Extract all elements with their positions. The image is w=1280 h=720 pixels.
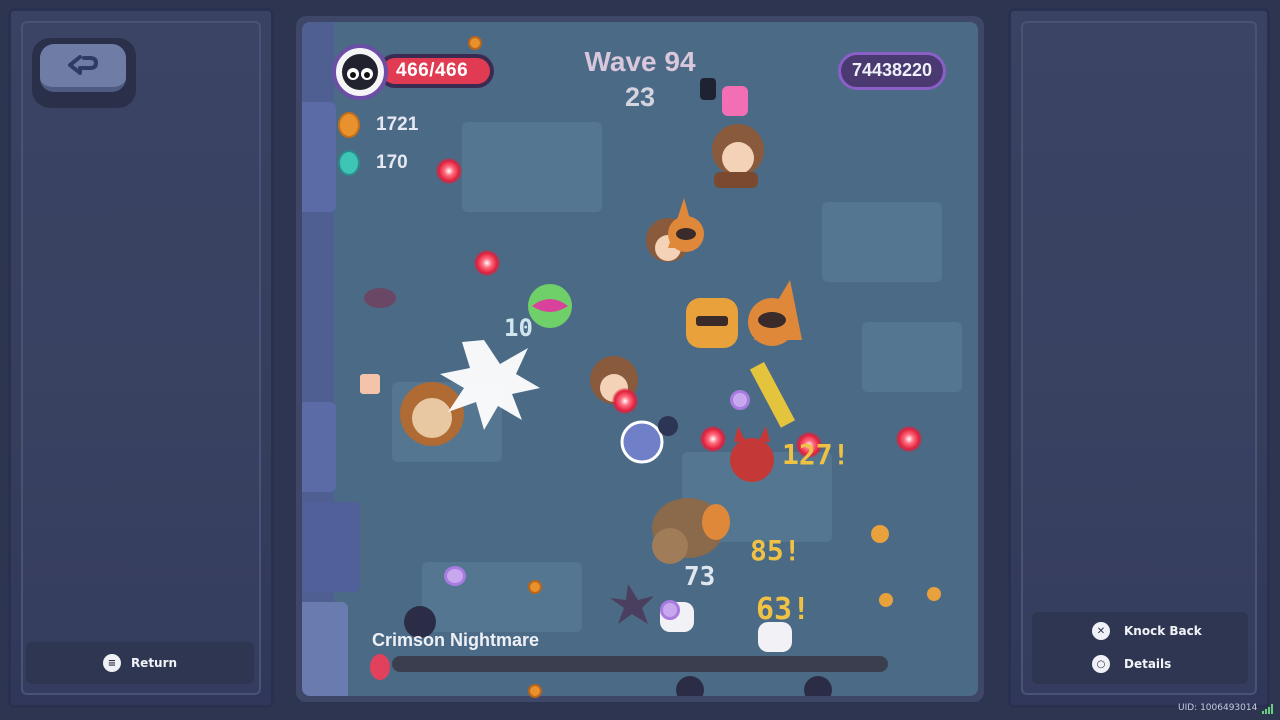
- player-character: [620, 416, 678, 464]
- coin-icon: [338, 112, 360, 138]
- player-avatar: [332, 44, 388, 100]
- right-panel-inner: [1021, 21, 1257, 695]
- pink-gem: [722, 86, 748, 116]
- enemy-bullet: [700, 426, 726, 452]
- coin-drop: [528, 684, 542, 698]
- enemy-shadow: [676, 676, 704, 696]
- return-label: Return: [130, 656, 178, 670]
- wave-timer: 23: [624, 82, 656, 112]
- damage-number: 85!: [750, 534, 801, 567]
- flesh-cube: [360, 374, 380, 394]
- dark-bottle: [700, 78, 716, 100]
- boss-health-bar: [392, 656, 888, 672]
- knock-back-hint[interactable]: ✕ Knock Back: [1092, 622, 1202, 640]
- action-hints: ✕ Knock Back ○ Details: [1032, 612, 1248, 684]
- gem-icon: [338, 150, 360, 176]
- hp-text: 466/466: [396, 60, 469, 81]
- boss-name: Crimson Nightmare: [372, 630, 540, 650]
- enemy-caveman: [712, 124, 764, 188]
- xp-orb: [660, 600, 680, 620]
- enemy-lion: [400, 382, 464, 446]
- back-button[interactable]: [32, 38, 136, 108]
- enemy-bee: [927, 587, 941, 601]
- enemy-hooded: [668, 198, 704, 252]
- coin-drop: [528, 580, 542, 594]
- return-hint[interactable]: ≡ Return: [26, 642, 254, 684]
- circle-button-icon: ○: [1092, 655, 1110, 673]
- xp-orb: [730, 390, 750, 410]
- coin-count: 1721: [376, 114, 419, 135]
- shuriken: [610, 584, 654, 624]
- enemy-shadow: [804, 676, 832, 696]
- gem-count: 170: [376, 152, 408, 173]
- details-label: Details: [1124, 657, 1172, 671]
- left-panel: [8, 8, 274, 708]
- dark-slime: [364, 288, 396, 308]
- back-arrow-icon: [68, 55, 98, 75]
- boss-icon: [370, 654, 390, 680]
- enemy-devil: [730, 426, 774, 482]
- enemy-bullet: [612, 388, 638, 414]
- enemy-knight-orange: [686, 298, 738, 348]
- uid-text: UID: 1006493014: [1178, 703, 1258, 713]
- damage-number: 73: [684, 562, 716, 592]
- knock-back-label: Knock Back: [1124, 624, 1202, 638]
- details-hint[interactable]: ○ Details: [1092, 655, 1171, 673]
- right-panel: [1008, 8, 1270, 708]
- damage-number: 127!: [782, 438, 850, 471]
- enemy-bee: [879, 593, 893, 607]
- enemy-bullet: [896, 426, 922, 452]
- enemy-bullet: [474, 250, 500, 276]
- xp-orb: [444, 566, 466, 586]
- gold-sword: [749, 361, 796, 428]
- enemy-luchador: [528, 284, 572, 328]
- enemy-bullet: [436, 158, 462, 184]
- damage-number: 10: [504, 314, 533, 342]
- enemy-bee: [871, 525, 889, 543]
- x-button-icon: ✕: [1092, 622, 1110, 640]
- avatar-face-icon: [342, 54, 378, 90]
- enemy-bison: [652, 498, 730, 564]
- left-panel-inner: [21, 21, 261, 695]
- damage-number: 63!: [756, 592, 811, 627]
- menu-icon: ≡: [102, 654, 121, 672]
- wave-title: Wave 94: [584, 46, 696, 77]
- coin-drop: [468, 36, 482, 50]
- score-text: 74438220: [851, 60, 933, 80]
- signal-icon: [1262, 704, 1273, 714]
- back-button-face[interactable]: [40, 44, 126, 92]
- enemy-hooded: [748, 280, 802, 346]
